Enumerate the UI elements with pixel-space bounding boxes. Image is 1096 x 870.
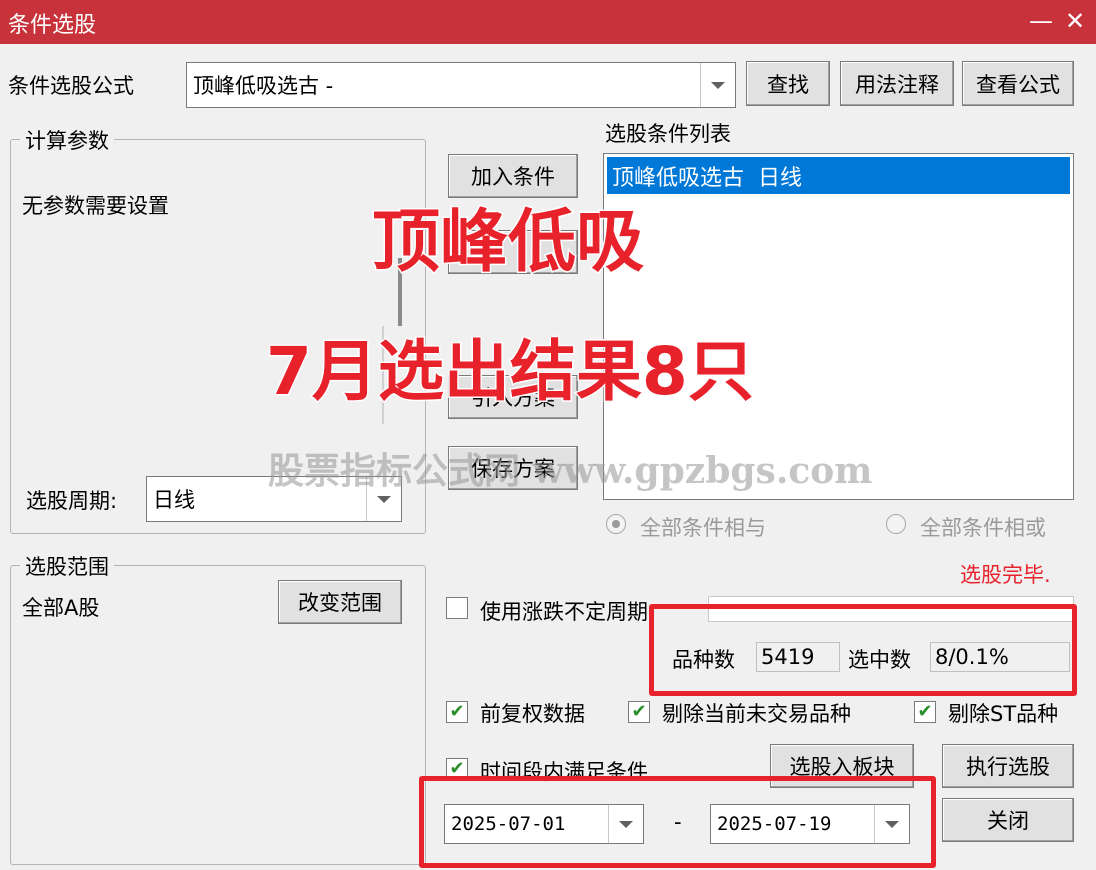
view-formula-button[interactable]: 查看公式 [962,61,1074,106]
pre-adjust-checkbox[interactable]: ✔ [446,701,468,723]
run-selection-button[interactable]: 执行选股 [942,744,1074,788]
chevron-down-icon[interactable] [700,63,735,107]
period-label: 选股周期: [26,489,118,513]
status-text: 选股完毕. [960,563,1051,587]
period-value: 日线 [153,488,195,512]
title-bar: 条件选股 — ✕ [0,0,1096,44]
all-and-radio[interactable] [606,514,626,534]
variable-period-checkbox[interactable] [446,597,468,619]
dates-highlight-box [419,776,936,868]
find-button[interactable]: 查找 [746,61,830,106]
variable-period-label: 使用涨跌不定周期 [480,600,648,624]
usage-notes-button[interactable]: 用法注释 [840,61,954,106]
formula-value: 顶峰低吸选古 - [193,74,334,98]
close-window-button[interactable]: ✕ [1060,6,1090,36]
params-title: 计算参数 [20,125,114,155]
pre-adjust-label: 前复权数据 [480,702,585,726]
watermark: 股票指标公式网 www.gpzbgs.com [268,450,873,492]
exclude-untraded-checkbox[interactable]: ✔ [628,701,650,723]
formula-select[interactable]: 顶峰低吸选古 - [186,62,736,108]
minimize-button[interactable]: — [1026,6,1056,36]
formula-label: 条件选股公式 [8,74,134,98]
condition-list-item[interactable]: 顶峰低吸选古 日线 [607,157,1070,194]
exclude-untraded-label: 剔除当前未交易品种 [662,702,851,726]
overlay-heading: 顶峰低吸 [370,202,645,284]
no-params-message: 无参数需要设置 [22,194,169,218]
all-and-label: 全部条件相与 [640,516,766,540]
exclude-st-checkbox[interactable]: ✔ [914,701,936,723]
condition-list-title: 选股条件列表 [605,122,731,146]
exclude-st-label: 剔除ST品种 [948,702,1059,726]
all-or-radio[interactable] [886,514,906,534]
change-range-button[interactable]: 改变范围 [278,580,402,624]
window-title: 条件选股 [8,13,97,38]
all-or-label: 全部条件相或 [920,516,1046,540]
range-value: 全部A股 [22,596,100,620]
close-button[interactable]: 关闭 [942,798,1074,842]
range-title: 选股范围 [20,551,114,581]
overlay-subheading: 7月选出结果8只 [265,332,756,412]
stats-highlight-box [649,604,1077,696]
